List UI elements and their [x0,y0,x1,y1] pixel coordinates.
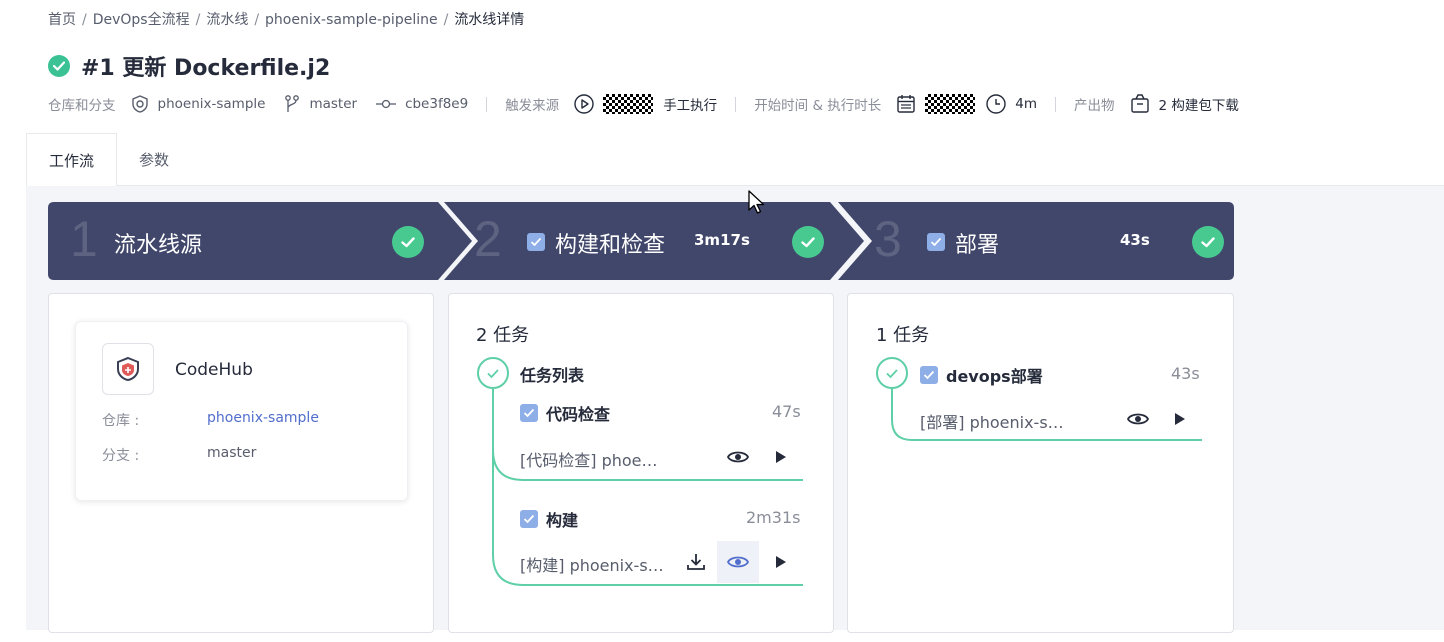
task-group-name: 任务列表 [520,366,585,385]
run-icon[interactable] [1167,406,1193,432]
download-icon[interactable] [683,549,709,575]
cursor-icon [748,190,765,214]
job-devops-deploy[interactable]: devops部署 [920,363,1043,387]
checkbox-icon[interactable] [520,510,538,528]
job-description[interactable]: [构建] phoenix-s… [520,552,664,576]
checkbox-icon[interactable] [520,404,538,422]
eye-icon[interactable] [717,541,759,583]
job-name: 构建 [546,511,579,530]
job-code-check[interactable]: 代码检查 [520,401,610,425]
job-name: 代码检查 [546,405,611,424]
stage-3-task-count: 1 任务 [876,325,930,346]
job-duration: 43s [1171,364,1200,383]
job-description[interactable]: [代码检查] phoe… [520,447,658,471]
stage-2-task-count: 2 任务 [476,325,530,346]
run-icon[interactable] [768,549,794,575]
job-duration: 47s [772,402,801,421]
run-icon[interactable] [768,444,794,470]
eye-icon[interactable] [1125,406,1151,432]
job-description[interactable]: [部署] phoenix-s… [920,409,1064,433]
checkbox-icon[interactable] [920,366,938,384]
job-build[interactable]: 构建 [520,507,578,531]
group-success-icon [477,357,509,389]
job-duration: 2m31s [746,508,801,527]
eye-icon[interactable] [725,444,751,470]
job-success-icon [876,357,908,389]
job-name: devops部署 [946,367,1043,386]
